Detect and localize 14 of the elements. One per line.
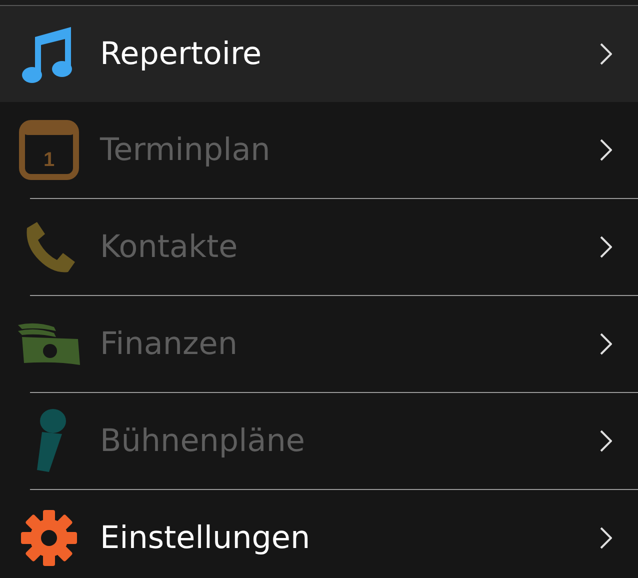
menu-label: Finanzen <box>100 324 238 364</box>
chevron-right-icon <box>600 139 612 161</box>
chevron-right-icon <box>600 430 612 452</box>
chevron-right-icon <box>600 333 612 355</box>
menu-label: Einstellungen <box>100 518 312 558</box>
menu-label: Bühnenpläne <box>100 422 306 461</box>
chevron-right-icon <box>600 236 612 258</box>
menu-label: Repertoire <box>100 34 263 74</box>
menu-item[interactable]: Repertoire <box>0 6 638 102</box>
menu-label: Kontakte <box>100 228 239 267</box>
menu-label: Terminplan <box>100 130 272 170</box>
chevron-right-icon <box>600 527 612 549</box>
calendar-icon: 1 <box>19 120 79 180</box>
chevron-right-icon <box>600 43 612 65</box>
